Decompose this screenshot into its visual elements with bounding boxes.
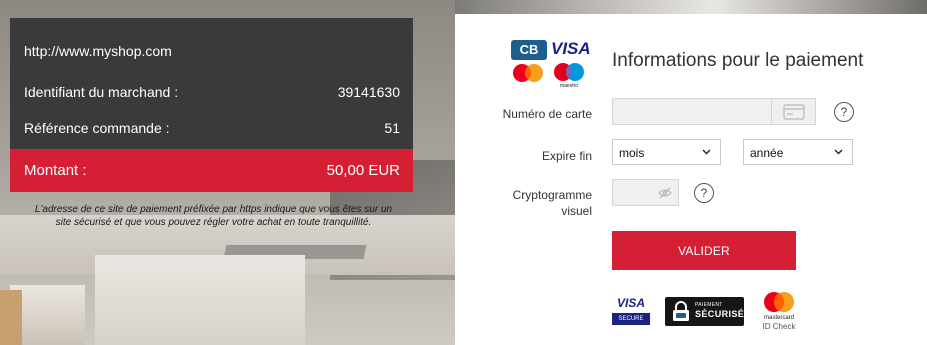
month-select-value: mois [619,146,645,160]
merchant-site-row: http://www.myshop.com [10,32,413,68]
order-ref-value: 51 [384,120,400,136]
mastercard-circles-icon [513,64,543,82]
visa-secure-bottom-text: SECURE [612,313,650,325]
maestro-text: maestro [559,83,579,89]
validate-button[interactable]: VALIDER [612,231,796,270]
secure-note-line-2: site sécurisé et que vous pouvez régler … [55,217,372,228]
id-check-text: ID Check [762,322,796,331]
cb-logo: CB [511,40,547,60]
merchant-id-label: Identifiant du marchand : [24,84,179,100]
lock-icon [673,301,689,321]
month-select[interactable]: mois [612,139,721,165]
form-title: Informations pour le paiement [612,50,864,71]
mastercard-text: mastercard [763,315,794,321]
cvv-label: Cryptogramme visuel [513,187,592,219]
photo-paper [95,255,305,345]
mastercard-id-check-logo: mastercard ID Check [757,291,801,335]
secure-payment-bottom-text: SÉCURISÉ [695,309,745,319]
mastercard-circles-icon [764,292,794,312]
order-ref-row: Référence commande : 51 [10,109,413,145]
photo-wood [0,290,22,345]
card-help-icon[interactable]: ? [834,102,854,122]
eye-off-icon[interactable] [658,187,672,199]
amount-label: Montant : [24,162,87,179]
visa-secure-logo: VISA SECURE [612,296,650,328]
maestro-logo: maestro [552,61,586,89]
mastercard-logo [512,63,544,83]
merchant-id-value: 39141630 [337,84,400,100]
year-select-value: année [750,146,784,160]
background-photo-strip [455,0,927,14]
year-select[interactable]: année [743,139,853,165]
card-number-label: Numéro de carte [502,107,592,121]
cvv-label-line-1: Cryptogramme [512,188,592,202]
order-ref-label: Référence commande : [24,120,170,136]
cb-logo-text: CB [519,42,539,57]
secure-note-line-1: L'adresse de ce site de paiement préfixé… [34,204,393,215]
visa-logo: VISA [551,39,591,58]
amount-row: Montant : 50,00 EUR [10,149,413,192]
merchant-id-row: Identifiant du marchand : 39141630 [10,73,413,109]
merchant-site-url: http://www.myshop.com [24,43,172,59]
card-icon [783,103,805,120]
secure-site-note: L'adresse de ce site de paiement préfixé… [0,203,427,229]
chevron-down-icon [702,149,711,155]
visa-secure-top-text: VISA [616,296,645,310]
cvv-label-line-2: visuel [561,204,592,218]
merchant-info-panel: http://www.myshop.com Identifiant du mar… [10,18,413,192]
amount-value: 50,00 EUR [326,162,400,179]
secure-payment-top-text: PAIEMENT [695,302,723,308]
chevron-down-icon [834,149,843,155]
secure-payment-badge: PAIEMENT SÉCURISÉ [665,297,744,326]
expire-label: Expire fin [541,149,592,163]
card-icon-box [771,99,816,124]
cvv-help-icon[interactable]: ? [694,183,714,203]
